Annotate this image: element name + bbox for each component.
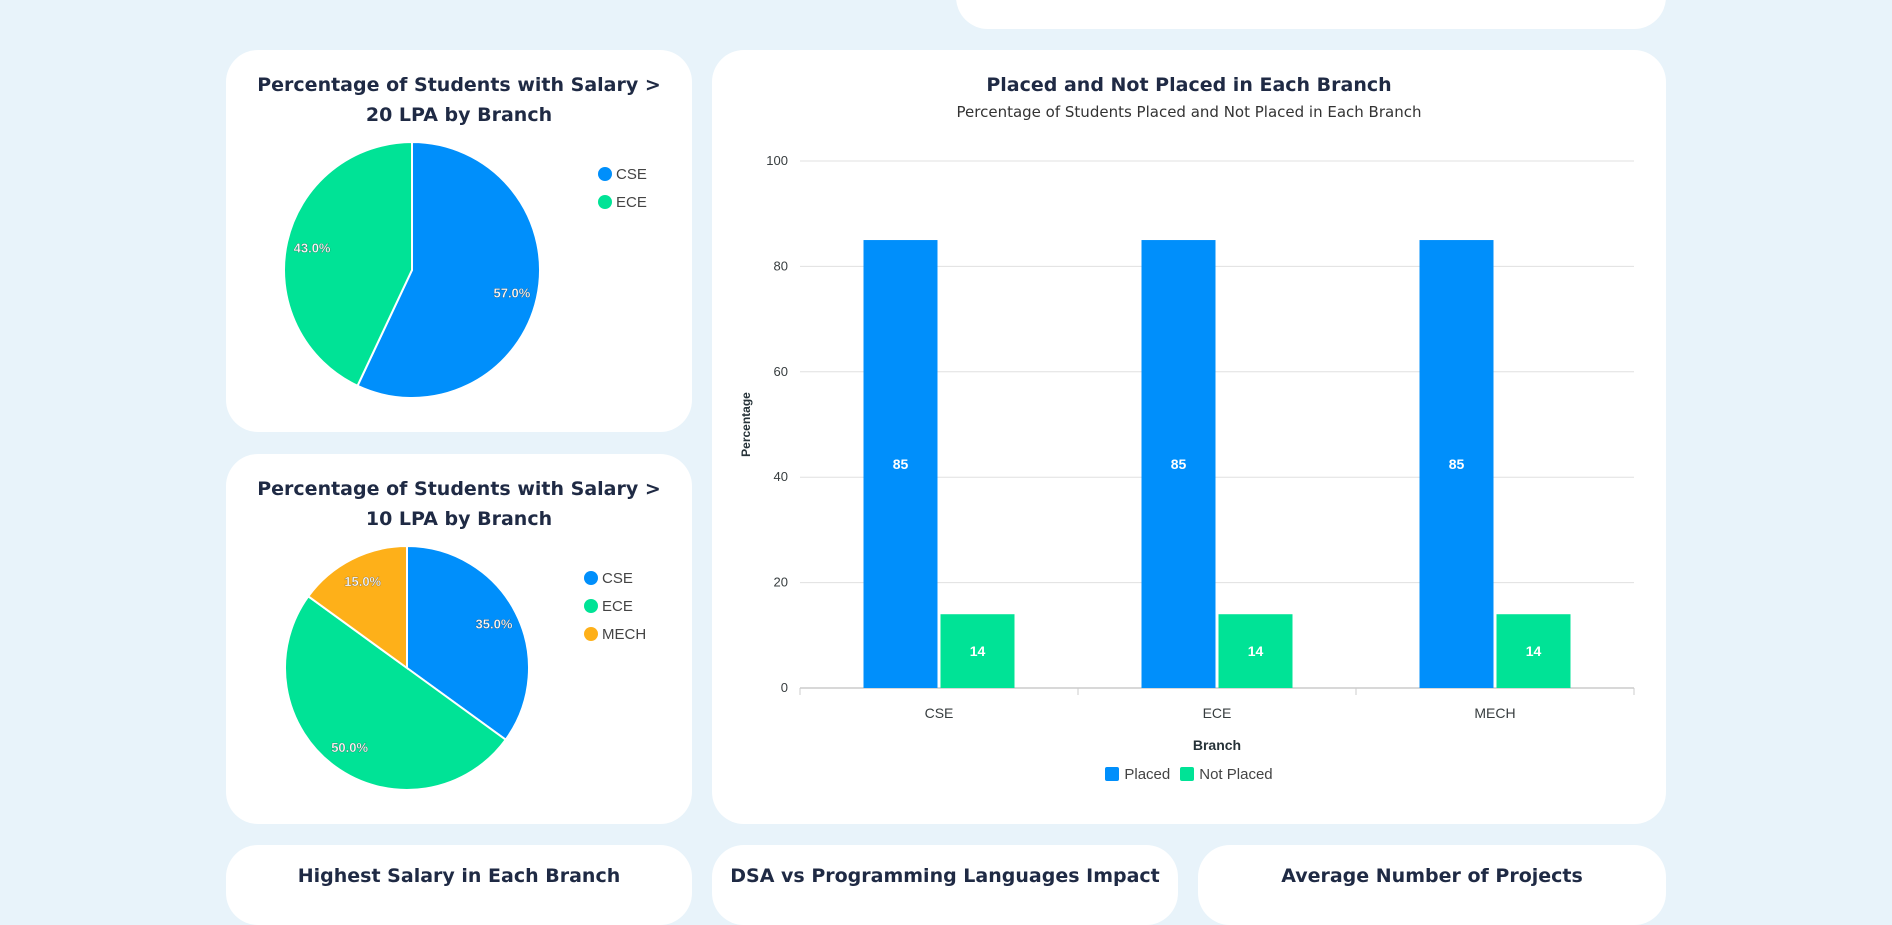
pie-20lpa-data-label-ece: 43.0% [294, 241, 331, 256]
pie-10lpa-legend-item-mech[interactable]: MECH [584, 620, 646, 648]
pie-10lpa-legend-marker [584, 571, 598, 585]
bottom-card-middle: DSA vs Programming Languages Impact [712, 845, 1178, 925]
bar-x-tick-label: CSE [925, 705, 954, 721]
bar-y-axis-title: Percentage [739, 392, 753, 457]
pie-10lpa-data-label-ece: 50.0% [331, 740, 368, 755]
bottom-card-right-title: Average Number of Projects [1281, 865, 1583, 887]
bar-x-tick-label: MECH [1474, 705, 1515, 721]
pie-10lpa-legend: CSE ECE MECH [584, 564, 646, 648]
pie-20lpa-legend: CSE ECE [598, 160, 647, 216]
top-partial-card [956, 0, 1666, 29]
pie-card-20lpa: Percentage of Students with Salary > 20 … [226, 50, 692, 432]
bottom-card-middle-title: DSA vs Programming Languages Impact [730, 865, 1160, 887]
pie-10lpa-legend-marker [584, 627, 598, 641]
pie-20lpa-legend-label: ECE [616, 193, 647, 211]
pie-20lpa-legend-item-ece[interactable]: ECE [598, 188, 647, 216]
bar-y-tick-label: 20 [774, 575, 788, 590]
pie-10lpa-legend-marker [584, 599, 598, 613]
pie-10lpa-data-label-cse: 35.0% [476, 617, 513, 632]
bar-x-tick-label: ECE [1203, 705, 1232, 721]
bar-data-label: 85 [893, 456, 909, 472]
pie-10lpa-data-label-mech: 15.0% [344, 574, 381, 589]
pie-10lpa-legend-item-cse[interactable]: CSE [584, 564, 646, 592]
bar-y-tick-label: 0 [781, 680, 788, 695]
bottom-card-right: Average Number of Projects [1198, 845, 1666, 925]
bar-data-label: 14 [1526, 643, 1542, 659]
pie-20lpa-legend-marker [598, 167, 612, 181]
pie-20lpa-data-label-cse: 57.0% [493, 285, 530, 300]
pie-10lpa-legend-label: CSE [602, 569, 633, 587]
bottom-card-left: Highest Salary in Each Branch [226, 845, 692, 925]
pie-20lpa-legend-marker [598, 195, 612, 209]
bar-data-label: 14 [1248, 643, 1264, 659]
pie-card-10lpa: Percentage of Students with Salary > 10 … [226, 454, 692, 824]
pie-10lpa-legend-label: ECE [602, 597, 633, 615]
bar-legend-marker [1105, 767, 1120, 781]
bar-data-label: 85 [1449, 456, 1465, 472]
pie-20lpa-legend-label: CSE [616, 165, 647, 183]
bar-card: Placed and Not Placed in Each Branch Per… [712, 50, 1666, 824]
bar-legend-marker [1180, 767, 1195, 781]
bar-y-tick-label: 100 [766, 153, 788, 168]
bar-y-tick-label: 40 [774, 469, 788, 484]
pie-20lpa-chart: 57.0% 43.0% [283, 140, 541, 399]
bar-legend-item-not-placed[interactable]: Not Placed [1180, 760, 1273, 788]
bar-legend-label: Not Placed [1199, 765, 1273, 783]
pie-20lpa-legend-item-cse[interactable]: CSE [598, 160, 647, 188]
bar-chart-legend: Placed Not Placed [712, 760, 1666, 788]
pie-10lpa-legend-label: MECH [602, 625, 647, 643]
bar-data-label: 14 [970, 643, 986, 659]
bar-x-axis-title: Branch [1193, 737, 1241, 753]
bar-legend-label: Placed [1124, 765, 1171, 783]
pie-10lpa-legend-item-ece[interactable]: ECE [584, 592, 646, 620]
bar-y-tick-label: 80 [774, 258, 788, 273]
bottom-card-left-title: Highest Salary in Each Branch [297, 865, 621, 887]
bar-data-label: 85 [1171, 456, 1187, 472]
bar-legend-item-placed[interactable]: Placed [1105, 760, 1170, 788]
bar-y-tick-label: 60 [774, 364, 788, 379]
bar-chart: 0 20 40 60 80 100 85 14 CSE 85 14 ECE 85 14 MECH Branch… [739, 153, 1635, 753]
